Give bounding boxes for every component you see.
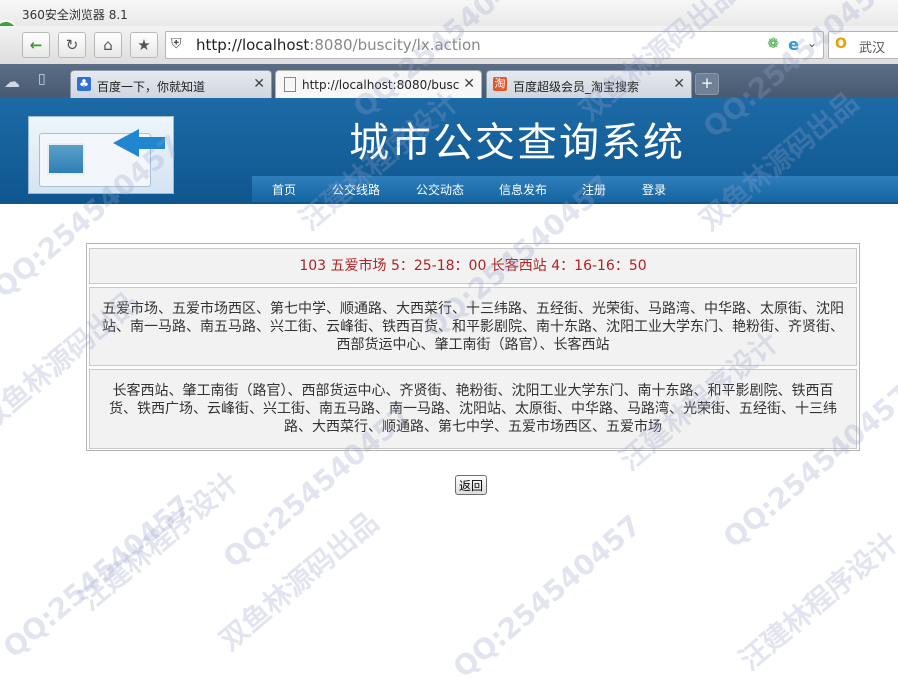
watermark: QQ:254540457 (446, 508, 648, 684)
arrow-left-icon: ← (29, 36, 43, 54)
menu-info-publish[interactable]: 信息发布 (499, 181, 547, 198)
close-icon[interactable]: ✕ (673, 76, 685, 92)
refresh-icon: ↻ (65, 36, 79, 54)
window-title: 360安全浏览器 8.1 (22, 8, 128, 22)
menu-login[interactable]: 登录 (642, 181, 666, 198)
cloud-icon[interactable]: ☁ (4, 72, 20, 91)
menu-bus-news[interactable]: 公交动态 (416, 181, 464, 198)
close-icon[interactable]: ✕ (463, 76, 475, 92)
watermark: 双鱼林源码出品 (213, 505, 385, 657)
home-button[interactable]: ⌂ (94, 32, 122, 58)
taobao-icon: 淘 (493, 77, 507, 91)
search-input[interactable]: 武汉 (859, 37, 885, 56)
plus-icon: + (700, 74, 714, 92)
route-forward-stops: 五爱市场、五爱市场西区、第七中学、顺通路、大西菜行、十三纬路、五经街、光荣街、马… (89, 287, 857, 366)
close-icon[interactable]: ✕ (253, 76, 265, 92)
tab-baidu[interactable]: ♣ 百度一下，你就知道 ✕ (70, 70, 272, 98)
tab-localhost[interactable]: http://localhost:8080/buscity ✕ (275, 70, 482, 99)
security-icon[interactable]: ❁ (767, 36, 779, 52)
page-icon (284, 77, 296, 92)
hourglass-icon (47, 143, 85, 175)
search-box[interactable]: O 武汉 (828, 31, 898, 59)
back-button[interactable]: ← (22, 32, 50, 58)
route-header: 103 五爱市场 5：25-18：00 长客西站 4：16-16：50 (89, 248, 857, 284)
address-url[interactable]: http://localhost:8080/buscity/lx.action (196, 36, 481, 54)
baidu-paw-icon: ♣ (77, 77, 91, 91)
menu-home[interactable]: 首页 (272, 181, 296, 198)
site-title: 城市公交查询系统 (349, 120, 685, 166)
star-icon: ★ (137, 36, 151, 54)
menu-register[interactable]: 注册 (582, 181, 606, 198)
watermark: 汪建林程序设计 (73, 465, 245, 617)
tab-label: 百度一下，你就知道 (97, 80, 206, 94)
refresh-button[interactable]: ↻ (58, 32, 86, 58)
window-titlebar: 360安全浏览器 8.1 (0, 0, 898, 44)
watermark: QQ:254540457 (0, 488, 198, 665)
new-tab-button[interactable]: + (695, 73, 719, 95)
main-menu: 首页 公交线路 公交动态 信息发布 注册 登录 (252, 176, 898, 202)
favorite-button[interactable]: ★ (130, 32, 158, 58)
watermark: 汪建林程序设计 (733, 525, 898, 677)
home-icon: ⌂ (103, 36, 113, 54)
chevron-down-icon[interactable]: ⌄ (807, 36, 817, 50)
site-logo (28, 116, 174, 194)
tab-taobao[interactable]: 淘 百度超级会员_淘宝搜索 ✕ (486, 70, 692, 98)
arrow-icon (113, 129, 139, 157)
return-button[interactable]: 返回 (455, 475, 487, 495)
search-engine-icon: O (835, 36, 847, 52)
ie-mode-icon[interactable]: e (788, 35, 799, 54)
bookmark-icon[interactable]: ▯ (38, 71, 46, 87)
address-bar[interactable]: ⛨ http://localhost:8080/buscity/lx.actio… (165, 31, 824, 59)
shield-icon: ⛨ (171, 36, 182, 52)
browser-toolbar: ← ↻ ⌂ ★ ⛨ http://localhost:8080/buscity/… (0, 26, 898, 65)
site-banner: 城市公交查询系统 首页 公交线路 公交动态 信息发布 注册 登录 (0, 98, 898, 204)
tab-label: 百度超级会员_淘宝搜索 (513, 80, 640, 94)
route-reverse-stops: 长客西站、肇工南街（路官）、西部货运中心、齐贤街、艳粉街、沈阳工业大学东门、南十… (89, 369, 857, 449)
tab-bar: ☁ ▯ ♣ 百度一下，你就知道 ✕ http://localhost:8080/… (0, 64, 898, 99)
route-info-table: 103 五爱市场 5：25-18：00 长客西站 4：16-16：50 五爱市场… (86, 243, 860, 451)
tab-label: http://localhost:8080/buscity (302, 78, 460, 92)
menu-bus-routes[interactable]: 公交线路 (332, 181, 380, 198)
